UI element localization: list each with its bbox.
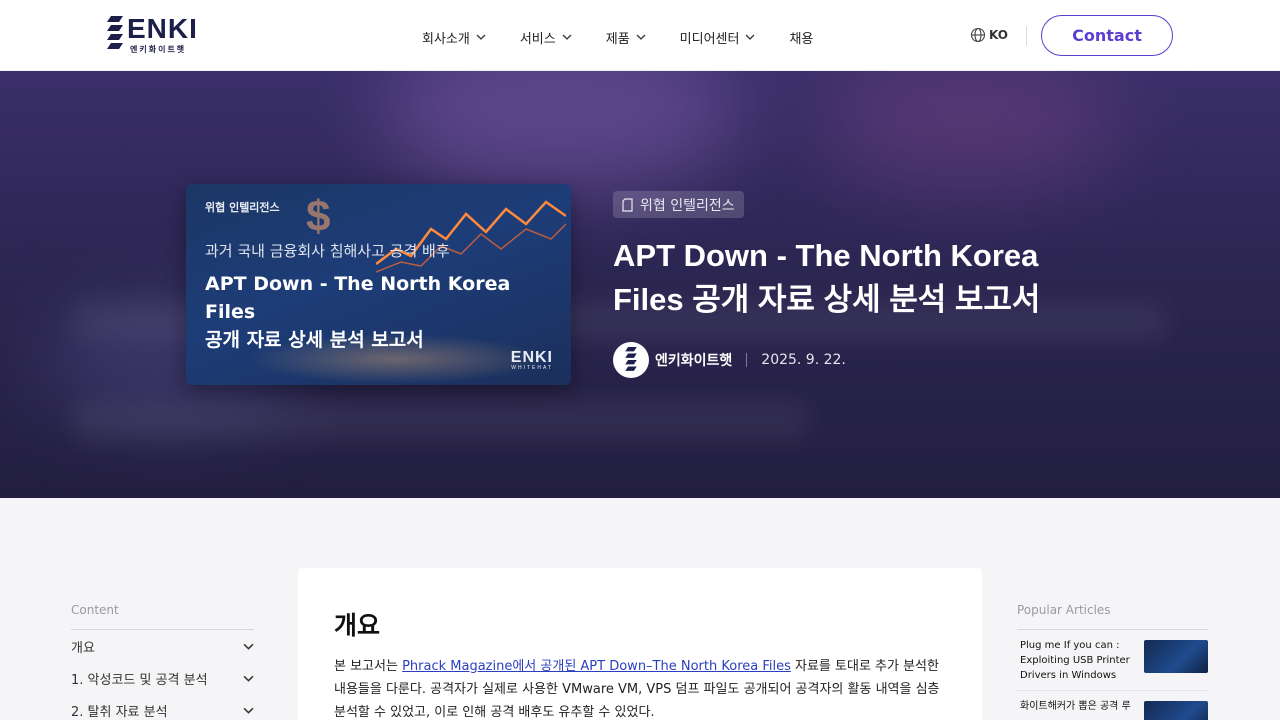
chevron-down-icon: [243, 675, 254, 682]
article-body: 개요 본 보고서는 Phrack Magazine에서 공개된 APT Down…: [298, 568, 982, 720]
nav-item-label: 미디어센터: [679, 31, 740, 47]
popular-article-item[interactable]: Plug me If you can : Exploiting USB Prin…: [1017, 630, 1208, 691]
document-icon: [622, 197, 633, 212]
nav-item-careers[interactable]: 채용: [789, 28, 813, 47]
author-avatar: [613, 342, 649, 378]
logo-text: ENKI: [127, 13, 198, 44]
main-nav: 회사소개 서비스 제품 미디어센터 채용: [422, 26, 847, 48]
intro-text: 본 보고서는: [334, 659, 403, 674]
thumbnail-title: APT Down - The North Korea Files 공개 자료 상…: [205, 270, 555, 354]
popular-articles: Popular Articles Plug me If you can : Ex…: [1017, 603, 1208, 720]
chevron-down-icon: [562, 34, 572, 40]
toc-item-label: 2. 탈취 자료 분석: [71, 704, 168, 720]
author-info: 엔키화이트햇 2025. 9. 22.: [613, 342, 846, 378]
toc-item-label: 개요: [71, 640, 95, 656]
author-divider: [746, 353, 748, 367]
nav-item-label: 채용: [789, 31, 814, 47]
thumbnail-logo-sub: WHITEHAT: [511, 365, 553, 371]
popular-article-title: 화이트해커가 뽑은 공격 루: [1020, 701, 1131, 712]
header-divider: [1026, 26, 1027, 46]
dollar-sign-graphic: $: [306, 192, 331, 241]
toc-item-label: 1. 악성코드 및 공격 분석: [71, 672, 208, 688]
nav-item-label: 회사소개: [422, 31, 470, 47]
popular-article-title: Plug me If you can : Exploiting USB Prin…: [1020, 640, 1130, 681]
enki-logo-mark-icon: [625, 347, 637, 371]
phrack-magazine-link[interactable]: Phrack Magazine에서 공개된 APT Down–The North…: [402, 659, 791, 674]
popular-article-thumbnail: [1144, 640, 1208, 673]
hero-bg-glow: [380, 71, 740, 191]
author-name: 엔키화이트햇: [655, 353, 733, 369]
enki-logo[interactable]: ENKI 엔키화이트햇: [107, 14, 207, 56]
logo-subtext: 엔키화이트햇: [130, 45, 187, 54]
intro-paragraph: 본 보고서는 Phrack Magazine에서 공개된 APT Down–Th…: [334, 655, 949, 720]
globe-icon: [970, 27, 986, 43]
thumbnail-subtitle: 과거 국내 금융회사 침해사고 공격 배후: [205, 242, 450, 260]
hero-bg-blur: [70, 401, 810, 441]
thumbnail-title-line2: 공개 자료 상세 분석 보고서: [205, 329, 424, 351]
popular-article-thumbnail: [1144, 701, 1208, 720]
publish-date: 2025. 9. 22.: [761, 352, 846, 368]
chevron-down-icon: [746, 34, 755, 40]
chevron-down-icon: [636, 34, 646, 40]
nav-item-label: 서비스: [519, 31, 556, 47]
popular-article-item[interactable]: 화이트해커가 뽑은 공격 루: [1017, 691, 1208, 720]
chevron-down-icon: [243, 643, 254, 650]
category-badge[interactable]: 위협 인텔리전스: [613, 191, 744, 218]
nav-item-products[interactable]: 제품: [606, 28, 646, 47]
toc-item[interactable]: 개요: [71, 630, 254, 662]
article-title: APT Down - The North Korea Files 공개 자료 상…: [613, 238, 1041, 317]
popular-heading: Popular Articles: [1017, 603, 1208, 630]
hero-banner: $ 위협 인텔리전스 과거 국내 금융회사 침해사고 공격 배후 APT Dow…: [0, 71, 1280, 498]
category-badge-label: 위협 인텔리전스: [640, 197, 735, 214]
nav-item-company[interactable]: 회사소개: [422, 28, 486, 47]
nav-item-media-center[interactable]: 미디어센터: [680, 28, 756, 47]
nav-item-label: 제품: [605, 31, 630, 47]
section-heading: 개요: [334, 611, 381, 640]
thumbnail-category: 위협 인텔리전스: [205, 201, 280, 214]
enki-logo-mark-icon: [107, 16, 123, 49]
toc-heading: Content: [71, 603, 254, 630]
toc-item[interactable]: 1. 악성코드 및 공격 분석: [71, 662, 254, 694]
thumbnail-title-line1: APT Down - The North Korea Files: [205, 273, 511, 323]
chevron-down-icon: [243, 707, 254, 714]
hero-bg-glow: [820, 71, 1120, 191]
thumbnail-logo-text: ENKI: [510, 349, 553, 366]
chevron-down-icon: [476, 34, 486, 40]
contact-button[interactable]: Contact: [1041, 15, 1173, 56]
nav-item-services[interactable]: 서비스: [520, 28, 572, 47]
language-selector[interactable]: KO: [970, 27, 1008, 43]
chart-line-graphic: [376, 200, 566, 273]
table-of-contents: Content 개요 1. 악성코드 및 공격 분석 2. 탈취 자료 분석: [71, 603, 254, 720]
language-label: KO: [989, 28, 1008, 42]
article-thumbnail: $ 위협 인텔리전스 과거 국내 금융회사 침해사고 공격 배후 APT Dow…: [186, 184, 571, 385]
site-header: ENKI 엔키화이트햇 회사소개 서비스 제품 미디어센터 채용 KO Cont…: [0, 0, 1280, 71]
toc-item[interactable]: 2. 탈취 자료 분석: [71, 694, 254, 720]
thumbnail-logo: ENKI WHITEHAT: [511, 349, 553, 371]
